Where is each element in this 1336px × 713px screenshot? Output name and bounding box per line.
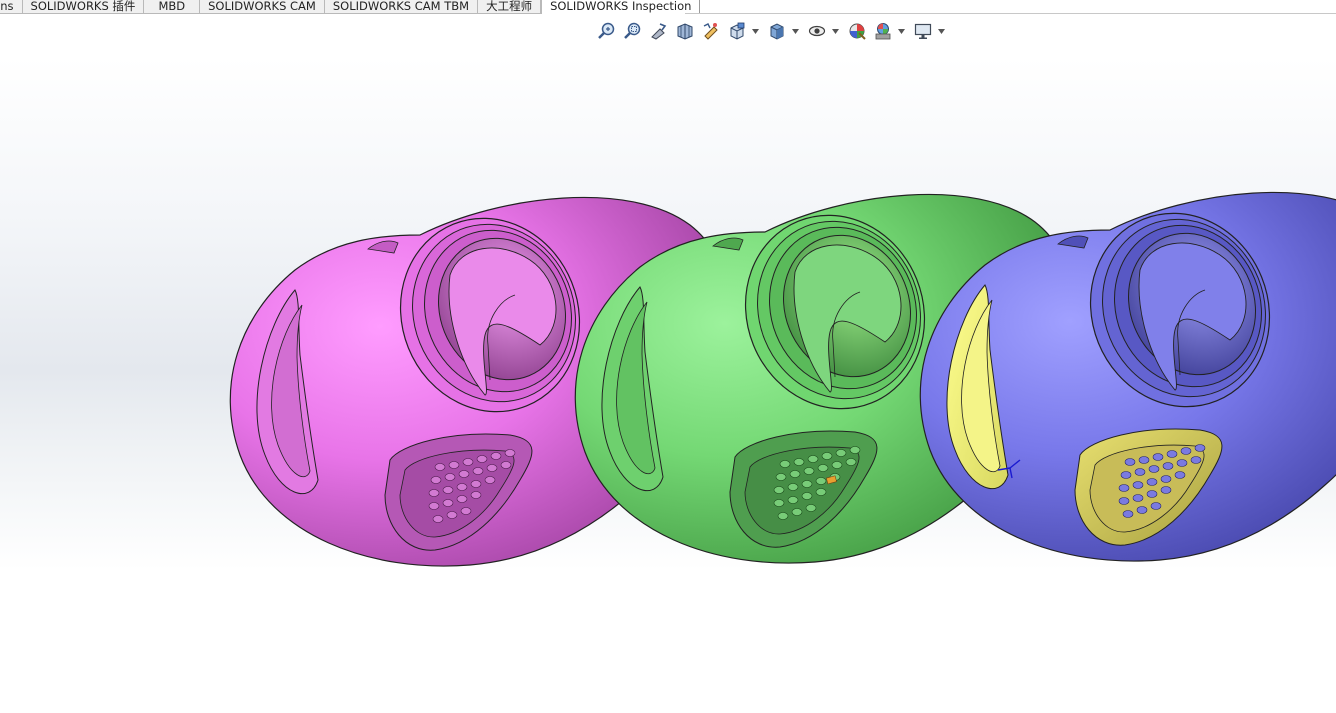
view-settings-icon[interactable] [911,20,935,42]
zoom-to-fit-icon[interactable] [595,20,619,42]
hide-show-items-icon[interactable] [805,20,829,42]
view-orientation-icon[interactable] [725,20,749,42]
display-style-dropdown-icon[interactable] [791,20,799,42]
section-view-icon[interactable] [673,20,697,42]
view-settings-dropdown-icon[interactable] [937,20,945,42]
graphics-area[interactable] [0,0,1336,713]
zoom-to-area-icon[interactable] [621,20,645,42]
dynamic-annotation-views-icon[interactable] [699,20,723,42]
display-style-icon[interactable] [765,20,789,42]
hide-show-dropdown-icon[interactable] [831,20,839,42]
edit-appearance-icon[interactable] [845,20,869,42]
heads-up-view-toolbar [595,20,951,42]
view-orientation-dropdown-icon[interactable] [751,20,759,42]
apply-scene-dropdown-icon[interactable] [897,20,905,42]
previous-view-icon[interactable] [647,20,671,42]
apply-scene-icon[interactable] [871,20,895,42]
model-view [229,191,1336,567]
